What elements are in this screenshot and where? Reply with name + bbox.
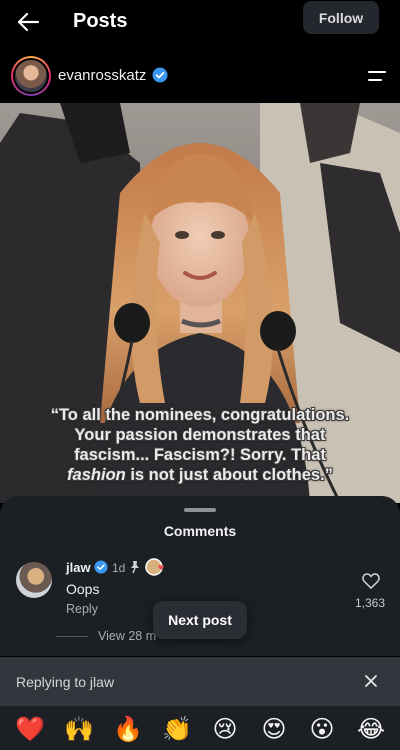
reply-button[interactable]: Reply xyxy=(66,602,98,616)
comment-avatar[interactable] xyxy=(16,562,52,598)
emoji-tears-of-joy-icon[interactable]: 😂 xyxy=(356,714,386,744)
author-avatar[interactable] xyxy=(11,56,51,96)
liked-by-author-icon xyxy=(145,558,164,576)
quote-line: fashion is not just about clothes.” xyxy=(6,465,394,485)
comment-timestamp: 1d xyxy=(112,561,126,575)
quote-line: fascism... Fascism?! Sorry. That xyxy=(74,446,326,464)
quote-line-end: is not just about clothes.” xyxy=(125,466,333,484)
emoji-fire-icon[interactable]: 🔥 xyxy=(113,714,143,744)
author-username[interactable]: evanrosskatz xyxy=(58,67,146,84)
emoji-surprised-face-icon[interactable]: 😮 xyxy=(307,714,337,744)
emoji-quick-reactions: ❤️ 🙌 🔥 👏 😢 😍 😮 😂 xyxy=(0,706,400,750)
comment-text: Oops xyxy=(66,581,100,597)
pin-icon xyxy=(131,561,139,574)
close-icon[interactable] xyxy=(364,674,378,688)
emoji-heart-eyes-icon[interactable]: 😍 xyxy=(259,714,289,744)
post-photo[interactable]: “To all the nominees, congratulations. Y… xyxy=(0,103,400,503)
follow-button[interactable]: Follow xyxy=(303,1,379,34)
emoji-raising-hands-icon[interactable]: 🙌 xyxy=(64,714,94,744)
emoji-crying-face-icon[interactable]: 😢 xyxy=(210,714,240,744)
quote-line: Your passion demonstrates that xyxy=(74,426,326,444)
top-bar: Posts Follow xyxy=(0,0,400,44)
quote-emphasis: fashion xyxy=(67,466,126,484)
emoji-clapping-hands-icon[interactable]: 👏 xyxy=(162,714,192,744)
replying-to-text: Replying to jlaw xyxy=(16,674,115,690)
verified-badge-icon xyxy=(94,560,108,574)
like-heart-icon[interactable] xyxy=(362,573,380,589)
emoji-red-heart-icon[interactable]: ❤️ xyxy=(15,714,45,744)
replies-divider xyxy=(56,636,88,637)
verified-badge-icon xyxy=(152,67,168,83)
page-title: Posts xyxy=(73,10,128,32)
view-replies-link[interactable]: View 28 m xyxy=(98,629,156,643)
back-arrow-icon[interactable] xyxy=(14,8,42,36)
post-author-row: evanrosskatz xyxy=(0,54,400,100)
more-options-icon[interactable] xyxy=(367,69,387,83)
like-count: 1,363 xyxy=(354,596,386,610)
comments-title: Comments xyxy=(163,523,237,539)
photo-quote-text: “To all the nominees, congratulations. Y… xyxy=(6,405,394,485)
sheet-drag-handle[interactable] xyxy=(184,508,216,512)
next-post-button[interactable]: Next post xyxy=(153,601,247,639)
comment-username[interactable]: jlaw xyxy=(66,560,91,575)
quote-line: “To all the nominees, congratulations. xyxy=(50,406,350,424)
replying-to-bar: Replying to jlaw xyxy=(0,657,400,706)
